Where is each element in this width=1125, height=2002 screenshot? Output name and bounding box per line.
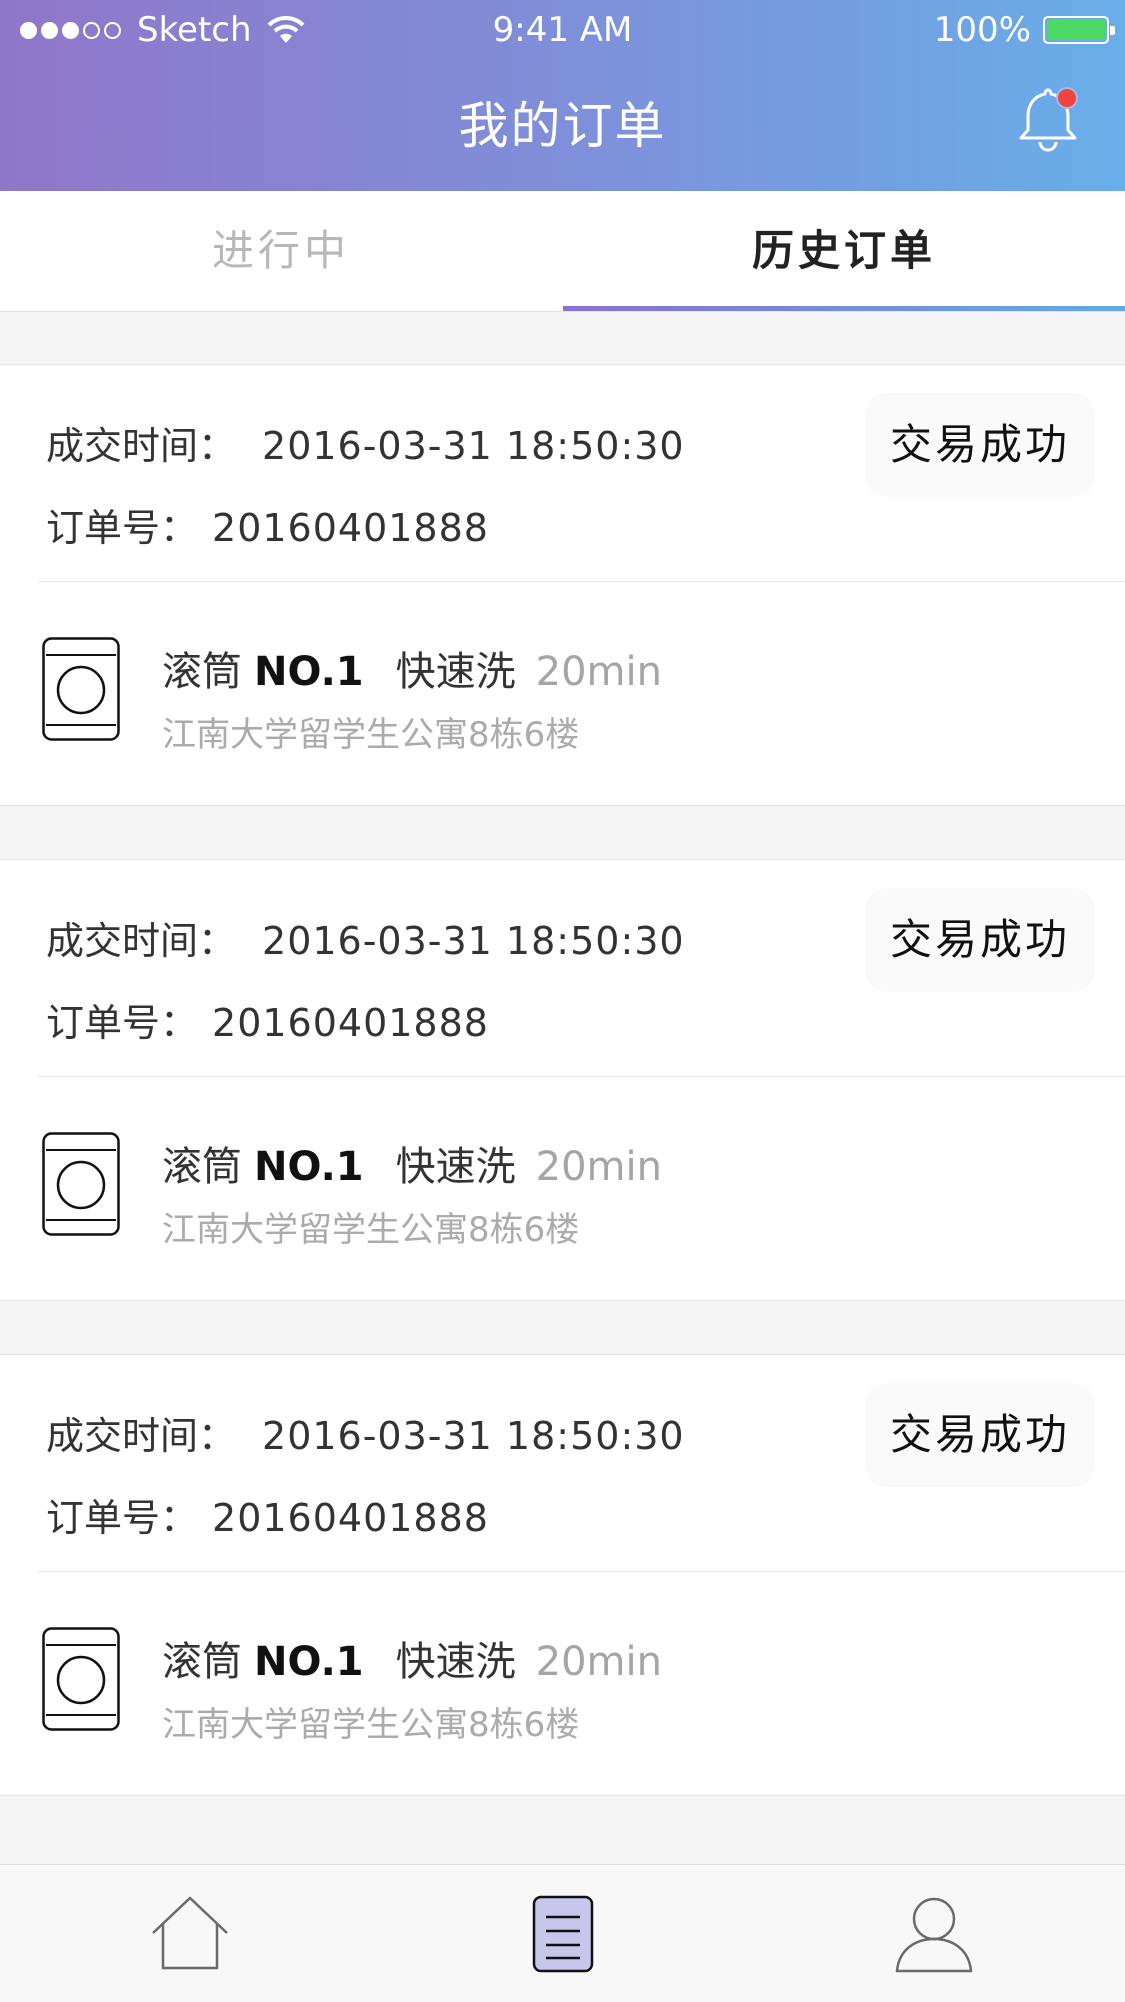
profile-icon[interactable] <box>894 1893 974 1973</box>
deal-time-row: 成交时间： 2016-03-31 18:50:30 <box>46 1405 685 1460</box>
order-number-label: 订单号： <box>46 506 199 550</box>
tab-history[interactable]: 历史订单 <box>563 191 1125 311</box>
order-status-badge: 交易成功 <box>865 1383 1095 1487</box>
tab-ongoing[interactable]: 进行中 <box>0 191 562 311</box>
machine-type: 滚筒 <box>162 649 242 695</box>
wash-duration: 20min <box>535 1144 662 1190</box>
deal-time-row: 成交时间： 2016-03-31 18:50:30 <box>46 415 685 470</box>
wash-mode: 快速洗 <box>395 1639 516 1685</box>
deal-time-value: 2016-03-31 18:50:30 <box>262 424 685 468</box>
deal-time-label: 成交时间： <box>46 919 237 963</box>
wash-mode: 快速洗 <box>395 649 516 695</box>
bottom-nav <box>0 1864 1125 2002</box>
machine-address: 江南大学留学生公寓8栋6楼 <box>162 715 580 755</box>
order-card[interactable]: 成交时间： 2016-03-31 18:50:30 订单号： 20160401888… <box>0 859 1125 1301</box>
notification-badge <box>1056 87 1078 109</box>
machine-address: 江南大学留学生公寓8栋6楼 <box>162 1705 580 1745</box>
order-number-label: 订单号： <box>46 1001 199 1045</box>
wash-duration: 20min <box>535 649 662 695</box>
app-header: Sketch 9:41 AM 100% 我的订单 <box>0 0 1125 191</box>
machine-address: 江南大学留学生公寓8栋6楼 <box>162 1210 580 1250</box>
order-card[interactable]: 成交时间： 2016-03-31 18:50:30 订单号： 20160401888… <box>0 1354 1125 1796</box>
order-card[interactable]: 成交时间： 2016-03-31 18:50:30 订单号： 20160401888… <box>0 364 1125 806</box>
battery-icon <box>1043 16 1115 44</box>
status-bar: Sketch 9:41 AM 100% <box>0 0 1125 60</box>
order-number-value: 20160401888 <box>212 1496 489 1540</box>
machine-type: 滚筒 <box>162 1639 242 1685</box>
washing-machine-icon <box>42 1627 120 1731</box>
deal-time-row: 成交时间： 2016-03-31 18:50:30 <box>46 910 685 965</box>
washing-machine-icon <box>42 637 120 741</box>
machine-number: NO.1 <box>254 649 364 695</box>
deal-time-value: 2016-03-31 18:50:30 <box>262 1414 685 1458</box>
machine-info: 滚筒 NO.1 快速洗 20min <box>162 1134 662 1192</box>
machine-number: NO.1 <box>254 1639 364 1685</box>
machine-number: NO.1 <box>254 1144 364 1190</box>
orders-icon[interactable] <box>532 1895 594 1973</box>
order-status-badge: 交易成功 <box>865 393 1095 497</box>
status-right: 100% <box>933 10 1115 50</box>
order-number-value: 20160401888 <box>212 506 489 550</box>
wash-mode: 快速洗 <box>395 1144 516 1190</box>
order-status-badge: 交易成功 <box>865 888 1095 992</box>
order-number-row: 订单号： 20160401888 <box>46 992 489 1047</box>
active-tab-indicator <box>563 306 1125 311</box>
machine-info: 滚筒 NO.1 快速洗 20min <box>162 639 662 697</box>
divider <box>38 1076 1125 1077</box>
order-tabs: 进行中 历史订单 <box>0 191 1125 312</box>
order-number-label: 订单号： <box>46 1496 199 1540</box>
deal-time-label: 成交时间： <box>46 1414 237 1458</box>
order-number-value: 20160401888 <box>212 1001 489 1045</box>
washing-machine-icon <box>42 1132 120 1236</box>
order-number-row: 订单号： 20160401888 <box>46 497 489 552</box>
wash-duration: 20min <box>535 1639 662 1685</box>
home-icon[interactable] <box>150 1895 230 1971</box>
order-number-row: 订单号： 20160401888 <box>46 1487 489 1542</box>
machine-info: 滚筒 NO.1 快速洗 20min <box>162 1629 662 1687</box>
deal-time-value: 2016-03-31 18:50:30 <box>262 919 685 963</box>
page-title: 我的订单 <box>458 97 667 155</box>
battery-percentage: 100% <box>933 10 1031 50</box>
divider <box>38 1571 1125 1572</box>
machine-type: 滚筒 <box>162 1144 242 1190</box>
deal-time-label: 成交时间： <box>46 424 237 468</box>
divider <box>38 581 1125 582</box>
